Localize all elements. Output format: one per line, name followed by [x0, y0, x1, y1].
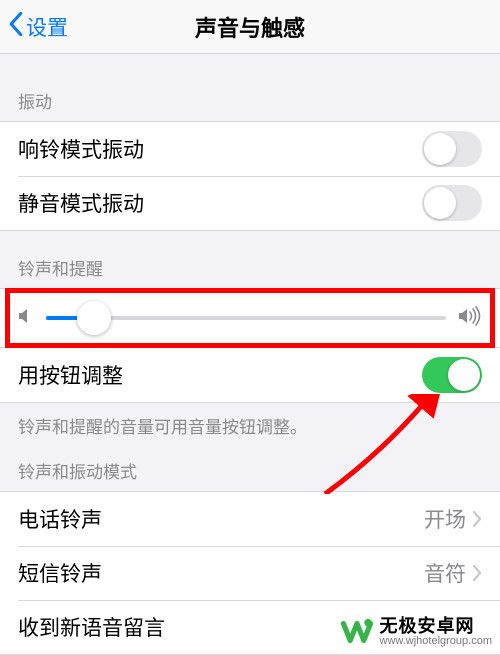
- chevron-right-icon: [472, 565, 482, 581]
- back-label: 设置: [26, 12, 68, 42]
- watermark: 无极安卓网 www.wjhotelgroup.com: [340, 615, 493, 649]
- switch-change-with-buttons[interactable]: [422, 357, 482, 393]
- row-label: 响铃模式振动: [18, 134, 422, 164]
- group-volume-slider: [0, 288, 500, 348]
- row-value: 音符: [424, 558, 466, 588]
- row-ringtone[interactable]: 电话铃声 开场: [0, 492, 500, 546]
- nav-bar: 设置 声音与触感: [0, 0, 500, 54]
- watermark-logo-icon: [340, 615, 374, 649]
- section-header-vibrate: 振动: [0, 54, 500, 121]
- watermark-text: 无极安卓网 www.wjhotelgroup.com: [380, 617, 493, 647]
- volume-slider[interactable]: [46, 301, 446, 335]
- row-label: 用按钮调整: [18, 360, 422, 390]
- row-volume-slider[interactable]: [0, 289, 500, 347]
- chevron-right-icon: [472, 511, 482, 527]
- watermark-name: 无极安卓网: [380, 617, 493, 636]
- row-label: 短信铃声: [18, 558, 424, 588]
- back-button[interactable]: 设置: [0, 12, 68, 42]
- chevron-left-icon: [8, 12, 24, 42]
- row-label: 静音模式振动: [18, 188, 422, 218]
- section-header-ringer: 铃声和提醒: [0, 231, 500, 288]
- row-change-with-buttons[interactable]: 用按钮调整: [0, 348, 500, 402]
- footnote-change-with-buttons: 铃声和提醒的音量可用音量按钮调整。: [0, 403, 500, 444]
- page-title: 声音与触感: [0, 11, 500, 43]
- row-text-tone[interactable]: 短信铃声 音符: [0, 546, 500, 600]
- section-header-patterns: 铃声和振动模式: [0, 444, 500, 491]
- switch-silent-vibrate[interactable]: [422, 185, 482, 221]
- row-value: 开场: [424, 504, 466, 534]
- row-ring-vibrate[interactable]: 响铃模式振动: [0, 122, 500, 176]
- group-change-with-buttons: 用按钮调整: [0, 348, 500, 403]
- row-label: 电话铃声: [18, 504, 424, 534]
- speaker-low-icon: [18, 307, 34, 330]
- slider-group-wrap: [0, 288, 500, 348]
- group-vibrate: 响铃模式振动 静音模式振动: [0, 121, 500, 231]
- speaker-high-icon: [458, 306, 482, 331]
- switch-ring-vibrate[interactable]: [422, 131, 482, 167]
- watermark-url: www.wjhotelgroup.com: [380, 636, 493, 648]
- row-silent-vibrate[interactable]: 静音模式振动: [0, 176, 500, 230]
- slider-thumb[interactable]: [77, 301, 111, 335]
